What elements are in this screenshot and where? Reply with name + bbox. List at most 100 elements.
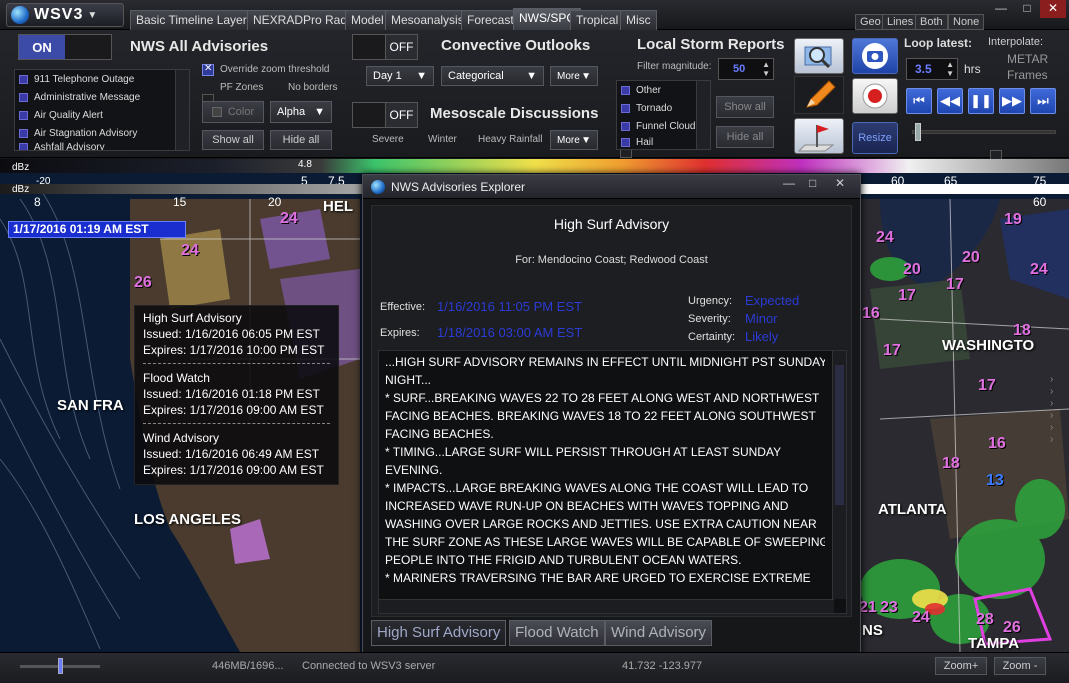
list-item[interactable]: Ashfall Advisory xyxy=(15,142,189,150)
lsr-show-all-button[interactable]: Show all xyxy=(716,96,774,118)
tooltip-expires: Expires: 1/17/2016 09:00 AM EST xyxy=(143,463,324,477)
magnifier-map-icon xyxy=(804,46,832,69)
list-item[interactable]: 911 Telephone Outage xyxy=(15,70,189,88)
vertical-scrollbar[interactable] xyxy=(832,351,846,599)
record-button[interactable] xyxy=(852,78,898,114)
tooltip-issued: Issued: 1/16/2016 01:18 PM EST xyxy=(143,387,320,401)
checkbox[interactable] xyxy=(19,142,28,150)
list-item[interactable]: Air Quality Alert xyxy=(15,106,189,124)
tab-misc[interactable]: Misc xyxy=(620,10,657,30)
view-none-button[interactable]: None xyxy=(948,14,985,30)
tab-wind-advisory[interactable]: Wind Advisory xyxy=(605,620,713,646)
tab-high-surf-advisory[interactable]: High Surf Advisory xyxy=(371,620,507,646)
tab-basic-timeline-layers[interactable]: Basic Timeline Layers xyxy=(130,10,259,30)
rewind-icon: ◀◀ xyxy=(940,93,960,108)
temp-label: 19 xyxy=(1004,211,1022,228)
tab-forecast[interactable]: Forecast xyxy=(461,10,520,30)
horizontal-scrollbar[interactable] xyxy=(379,599,834,613)
temp-label: 24 xyxy=(912,609,930,626)
view-lines-button[interactable]: Lines xyxy=(882,14,919,30)
map-pan-arrows[interactable]: › › › › › › xyxy=(1050,374,1053,446)
minimize-button[interactable]: — xyxy=(988,0,1014,18)
dialog-title-bar[interactable]: NWS Advisories Explorer — □ ✕ xyxy=(363,175,860,199)
nws-show-all-button[interactable]: Show all xyxy=(202,130,264,150)
nws-list-scrollbar[interactable] xyxy=(175,70,189,150)
alpha-dropdown[interactable]: Alpha ▼ xyxy=(270,101,332,123)
map-search-button[interactable] xyxy=(794,38,844,74)
tab-tropical[interactable]: Tropical xyxy=(570,10,625,30)
checkbox[interactable] xyxy=(19,110,28,120)
zoom-out-button[interactable]: Zoom - xyxy=(994,657,1046,675)
advisory-text[interactable]: ...HIGH SURF ADVISORY REMAINS IN EFFECT … xyxy=(378,350,847,614)
app-name: WSV3 xyxy=(34,6,84,23)
app-menu-button[interactable]: WSV3 ▼ xyxy=(6,3,124,27)
slider-handle[interactable] xyxy=(915,123,921,141)
expires-value: 1/18/2016 03:00 AM EST xyxy=(437,325,583,340)
nws-toggle-on[interactable]: ON xyxy=(19,35,65,59)
tab-mesoanalysis[interactable]: Mesoanalysis xyxy=(385,10,470,30)
nws-hide-all-button[interactable]: Hide all xyxy=(270,130,332,150)
list-item[interactable]: Air Stagnation Advisory xyxy=(15,124,189,142)
skip-back-icon: ⏮ xyxy=(913,93,925,108)
meso-more-dropdown[interactable]: More ▼ xyxy=(550,130,598,150)
tab-model[interactable]: Model xyxy=(345,10,390,30)
legend-tick: 4.8 xyxy=(298,159,312,170)
stepper-arrows-icon[interactable]: ▲ ▼ xyxy=(946,60,954,78)
severe-label: Severe xyxy=(372,134,404,145)
dialog-minimize-button[interactable]: — xyxy=(783,176,795,190)
severity-value: Minor xyxy=(745,311,778,326)
pause-button[interactable]: ❚❚ xyxy=(968,88,994,114)
tab-flood-watch[interactable]: Flood Watch xyxy=(509,620,605,646)
slider-handle[interactable] xyxy=(58,658,63,674)
lsr-hide-all-button[interactable]: Hide all xyxy=(716,126,774,148)
convective-toggle[interactable]: OFF xyxy=(352,34,418,60)
screenshot-button[interactable] xyxy=(852,38,898,74)
override-zoom-checkbox[interactable] xyxy=(202,63,214,76)
color-button[interactable]: Color xyxy=(202,101,264,123)
resize-button[interactable]: Resize xyxy=(852,122,898,154)
maximize-button[interactable]: □ xyxy=(1014,0,1040,18)
rewind-button[interactable]: ◀◀ xyxy=(937,88,963,114)
chevron-down-icon: ▼ xyxy=(87,9,98,21)
place-marker-button[interactable] xyxy=(794,118,844,154)
loop-speed-slider[interactable] xyxy=(912,123,1056,141)
scrollbar-thumb[interactable] xyxy=(835,365,844,505)
heavy-rainfall-label: Heavy Rainfall xyxy=(478,134,543,145)
zoom-in-button[interactable]: Zoom+ xyxy=(935,657,987,675)
loop-hours-stepper[interactable]: 3.5 ▲ ▼ xyxy=(906,58,958,80)
checkbox[interactable] xyxy=(19,128,28,138)
frames-label: Frames xyxy=(1007,68,1048,82)
temp-label: 26 xyxy=(1003,619,1021,636)
flag-marker-icon xyxy=(797,125,835,152)
zoom-slider[interactable] xyxy=(20,658,100,674)
urgency-label: Urgency: xyxy=(688,295,733,307)
draw-button[interactable] xyxy=(794,76,844,114)
last-frame-button[interactable]: ⏭ xyxy=(1030,88,1056,114)
checkbox[interactable] xyxy=(621,85,630,95)
checkbox[interactable] xyxy=(621,103,630,113)
checkbox[interactable] xyxy=(621,137,630,147)
dialog-maximize-button[interactable]: □ xyxy=(809,176,816,190)
close-button[interactable]: ✕ xyxy=(1040,0,1066,18)
list-item[interactable]: Administrative Message xyxy=(15,88,189,106)
meso-toggle[interactable]: OFF xyxy=(352,102,418,128)
nws-advisory-list[interactable]: 911 Telephone Outage Administrative Mess… xyxy=(14,69,190,151)
nws-toggle[interactable]: ON xyxy=(18,34,112,60)
dialog-close-button[interactable]: ✕ xyxy=(835,176,845,190)
convective-toggle-off[interactable]: OFF xyxy=(384,35,417,59)
checkbox[interactable] xyxy=(621,121,630,131)
filter-magnitude-stepper[interactable]: 50 ▲ ▼ xyxy=(718,58,774,80)
view-both-button[interactable]: Both xyxy=(915,14,948,30)
fast-forward-button[interactable]: ▶▶ xyxy=(999,88,1025,114)
meso-toggle-off[interactable]: OFF xyxy=(384,103,417,127)
first-frame-button[interactable]: ⏮ xyxy=(906,88,932,114)
convective-more-dropdown[interactable]: More ▼ xyxy=(550,66,598,86)
categorical-dropdown[interactable]: Categorical ▼ xyxy=(441,66,544,86)
checkbox[interactable] xyxy=(19,92,28,102)
stepper-arrows-icon[interactable]: ▲ ▼ xyxy=(762,60,770,78)
checkbox[interactable] xyxy=(19,74,28,84)
lsr-list-scrollbar[interactable] xyxy=(696,81,710,149)
legend-tick: 60 xyxy=(1033,195,1047,209)
lsr-list[interactable]: Other Tornado Funnel Cloud Hail xyxy=(616,80,711,150)
day-dropdown[interactable]: Day 1 ▼ xyxy=(366,66,434,86)
